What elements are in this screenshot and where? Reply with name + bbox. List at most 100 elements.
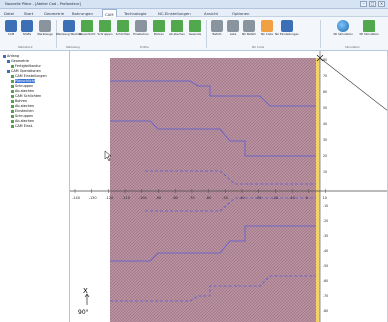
window-title: Nouvelle Pièce - [Atelier Cad - Profonde… <box>5 2 81 6</box>
y-tick-label: -80 <box>323 309 328 313</box>
tree-item[interactable]: Schruppen <box>11 114 33 118</box>
menu-cam[interactable]: CAM <box>102 9 117 17</box>
x-tick-label: -110 <box>122 196 130 200</box>
tree-item[interactable]: Ab-stechen <box>11 104 34 108</box>
tree-item[interactable]: Bohren <box>11 99 27 103</box>
thread-button[interactable]: Gewinde <box>186 17 204 43</box>
y-tick-label: -20 <box>323 219 328 223</box>
nc-settings-button[interactable]: NC Einstellungen <box>275 17 299 43</box>
roughing-label: Schruppen <box>97 32 113 36</box>
command-icon <box>211 20 223 32</box>
list-label: Liste <box>229 32 237 36</box>
tree-item-label: Ab-stechen <box>15 119 35 123</box>
tree-item[interactable]: CAM Einstellungen <box>11 74 47 78</box>
parting-button[interactable]: Ab-stechen <box>168 17 186 43</box>
tree-item[interactable]: CAM Einst. <box>11 124 33 128</box>
material-icon <box>21 20 33 32</box>
3d-simulation-2-label: 3D Simulation <box>359 32 379 36</box>
angle-label: 90° <box>78 309 89 316</box>
y-tick-label: -40 <box>323 249 328 253</box>
menu-start[interactable]: Start <box>24 11 33 16</box>
tree-item[interactable]: Einstechen <box>11 109 34 113</box>
nc-command-icon <box>243 20 255 32</box>
finishing-button[interactable]: Schlichten <box>114 17 132 43</box>
nc-settings-icon <box>281 20 293 32</box>
folder-icon <box>3 54 6 58</box>
grooving-label: Einstechen <box>133 32 149 36</box>
menu-optionen[interactable]: Optionen <box>232 11 249 16</box>
finishing-label: Schlichten <box>115 32 131 36</box>
tree-item-label: Ab-stechen <box>15 104 35 108</box>
operation-icon <box>11 89 14 93</box>
y-tick-label: 70 <box>323 74 327 78</box>
tree-item[interactable]: Geometrie <box>7 59 29 63</box>
minimize-button[interactable]: – <box>360 1 367 7</box>
menu-nc-einstellungen[interactable]: NC-Einstellungen <box>158 11 191 16</box>
grooving-button[interactable]: Einstechen <box>132 17 150 43</box>
menu-ansicht[interactable]: Ansicht <box>204 11 218 16</box>
operation-icon <box>11 114 14 118</box>
tree-item-label: Bohren <box>15 99 28 103</box>
operation-icon <box>11 109 14 113</box>
thread-icon <box>189 20 201 32</box>
x-tick-label: -60 <box>206 196 212 200</box>
maximize-button[interactable]: □ <box>369 1 376 7</box>
drilling-label: Bohren <box>154 32 164 36</box>
tree-item[interactable]: CAM Schlichten <box>11 94 41 98</box>
operation-icon <box>11 94 14 98</box>
tools-button-label: Werkzeuge <box>37 32 53 36</box>
tools-icon <box>39 20 51 32</box>
menu-technologie[interactable]: Technologie <box>124 11 146 16</box>
x-tick-label: -70 <box>189 196 195 200</box>
parting-label: Ab-stechen <box>169 32 185 36</box>
x-tick-label: -130 <box>89 196 97 200</box>
ribbon-toolbar: CAM Stoffe Werkzeuge Werkzeug Wechsel Pl… <box>0 17 388 51</box>
nc-code-button[interactable]: NC Code <box>258 17 276 43</box>
tree-item[interactable]: Ab-stechen <box>11 89 34 93</box>
roughing-icon <box>99 20 111 32</box>
tree-item-label: CAM Einst. <box>15 124 34 128</box>
tools-button[interactable]: Werkzeuge <box>36 17 54 43</box>
x-tick-label: 10 <box>323 196 327 200</box>
y-tick-label: 50 <box>323 106 327 110</box>
nc-command-button[interactable]: NC Befehl <box>240 17 258 43</box>
3d-simulation-button[interactable]: 3D Simulation <box>333 17 353 43</box>
3d-simulation-2-icon <box>363 20 375 32</box>
tree-item-selected[interactable]: Planschlicht <box>11 79 36 83</box>
tree-item[interactable]: CAM Operationen <box>7 69 41 73</box>
drilling-button[interactable]: Bohren <box>150 17 168 43</box>
tree-item[interactable]: Ab-stechen <box>11 119 34 123</box>
tree-item-label: Einstechen <box>15 109 34 113</box>
title-bar: Nouvelle Pièce - [Atelier Cad - Profonde… <box>0 0 388 9</box>
x-tick-label: -40 <box>239 196 245 200</box>
roughing-button[interactable]: Schruppen <box>96 17 114 43</box>
x-axis-label: X <box>83 287 88 295</box>
y-tick-label: -60 <box>323 279 328 283</box>
drawing-svg[interactable]: -140 -130 -120 -110 -100 -90 -80 -70 -60 -50 -40 -3… <box>70 51 388 322</box>
y-tick-label: 40 <box>323 122 327 126</box>
parting-icon <box>171 20 183 32</box>
3d-simulation-2-button[interactable]: 3D Simulation <box>359 17 379 43</box>
close-button[interactable]: × <box>378 1 385 7</box>
x-tick-label: 0 <box>306 196 308 200</box>
drilling-icon <box>153 20 165 32</box>
menu-bohrungen[interactable]: Bohrungen <box>72 11 93 16</box>
axis-orientation-indicator: X 90° <box>78 287 90 316</box>
tool-path-line <box>319 57 388 112</box>
tool-change-button[interactable]: Werkzeug Wechsel <box>56 17 82 43</box>
operation-icon <box>11 99 14 103</box>
material-button[interactable]: Stoffe <box>18 17 36 43</box>
stock-region <box>110 58 316 322</box>
x-tick-label: -120 <box>105 196 113 200</box>
menu-datei[interactable]: Datei <box>4 11 14 16</box>
tree-item[interactable]: Fertigteilkontur <box>11 64 41 68</box>
tree-item[interactable]: Schruppen <box>11 84 33 88</box>
group-label-werkzeug: Werkzeug <box>66 45 80 49</box>
menu-geometrie[interactable]: Geometrie <box>44 11 64 16</box>
tree-item[interactable]: Anfang <box>3 54 19 58</box>
nc-command-label: NC Befehl <box>242 32 256 36</box>
facing-button[interactable]: Planschlicht <box>78 17 96 43</box>
facing-label: Planschlicht <box>78 32 96 36</box>
drawing-canvas[interactable]: -140 -130 -120 -110 -100 -90 -80 -70 -60 -50 -40 -3… <box>70 51 388 322</box>
operation-icon <box>11 104 14 108</box>
